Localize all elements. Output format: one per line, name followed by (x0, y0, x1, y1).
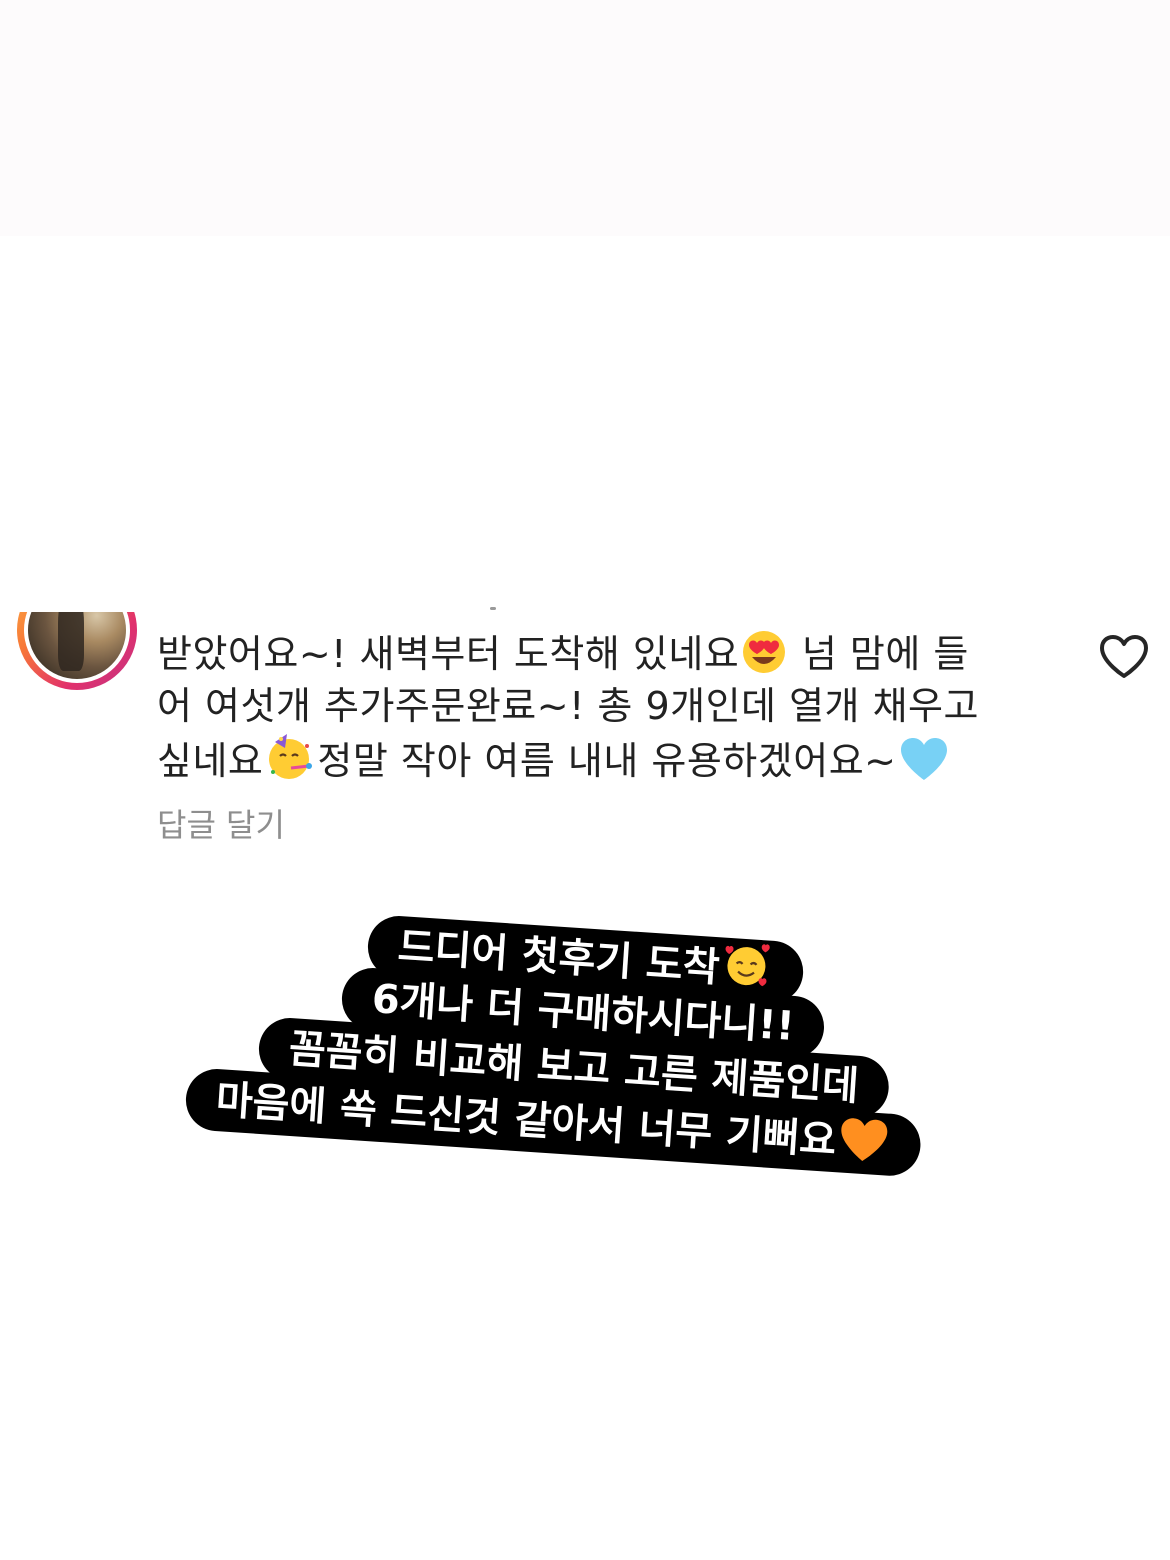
orange-heart-emoji-icon (840, 1118, 887, 1161)
story-text-sticker: 드디어 첫후기 도착 6개나 더 구매하시다니!! 꼼꼼히 비교해 보고 고른 … (0, 0, 1170, 1560)
smiling-face-with-hearts-emoji-icon (725, 944, 770, 987)
